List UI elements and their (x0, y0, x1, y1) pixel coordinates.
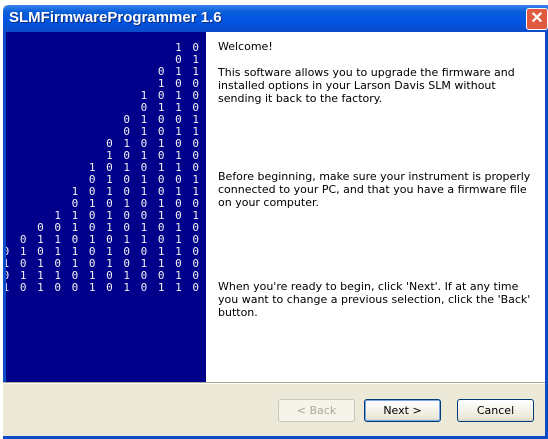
binary-row: 1 0 (175, 41, 201, 54)
next-button[interactable]: Next > (364, 399, 441, 422)
binary-graphic-panel: 1 00 10 1 11 0 01 0 1 00 1 1 00 1 0 0 10… (6, 32, 206, 382)
binary-row: 1 0 1 1 0 1 0 0 1 0 1 0 1 1 0 (6, 281, 201, 294)
window-title: SLMFirmwareProgrammer 1.6 (9, 9, 222, 26)
cancel-button[interactable]: Cancel (457, 399, 534, 422)
preparation-paragraph: Before beginning, make sure your instrum… (218, 170, 531, 209)
binary-graphic: 1 00 10 1 11 0 01 0 1 00 1 1 00 1 0 0 10… (6, 42, 201, 294)
welcome-heading: Welcome! (218, 40, 273, 53)
wizard-window: SLMFirmwareProgrammer 1.6 ✕ 1 00 10 1 11… (3, 5, 548, 439)
close-button[interactable]: ✕ (526, 8, 548, 30)
instructions-paragraph: When you're ready to begin, click 'Next'… (218, 280, 531, 319)
wizard-body: 1 00 10 1 11 0 01 0 1 00 1 1 00 1 0 0 10… (3, 32, 548, 382)
title-bar[interactable]: SLMFirmwareProgrammer 1.6 ✕ (3, 5, 548, 32)
back-button[interactable]: < Back (278, 399, 355, 422)
close-icon: ✕ (530, 10, 544, 27)
button-row: < Back Next > Cancel (3, 384, 548, 439)
intro-paragraph: This software allows you to upgrade the … (218, 66, 515, 105)
